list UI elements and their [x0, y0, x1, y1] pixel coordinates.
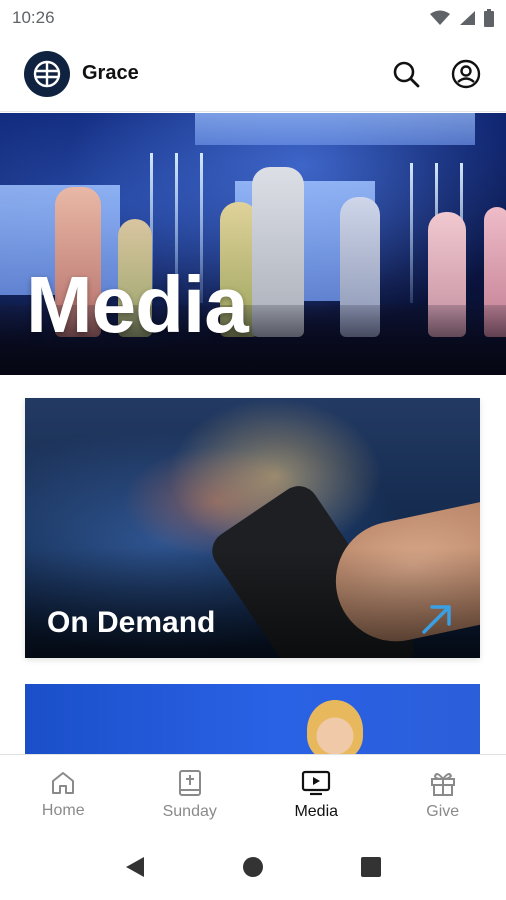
card-title: On Demand	[47, 606, 216, 639]
tv-play-icon	[302, 770, 331, 795]
home-icon	[52, 771, 75, 794]
header-actions	[390, 58, 482, 90]
bottom-nav: Home Sunday Media Give	[0, 754, 506, 834]
status-bar: 10:26	[0, 0, 506, 36]
nav-sunday-label: Sunday	[162, 802, 217, 820]
search-button[interactable]	[390, 58, 422, 90]
media-card-partial[interactable]	[25, 684, 480, 754]
media-hero-banner: Media	[0, 113, 506, 375]
gift-icon	[430, 772, 455, 796]
nav-media-label: Media	[294, 802, 339, 820]
signal-icon	[460, 11, 475, 25]
back-icon[interactable]	[124, 855, 146, 879]
nav-give[interactable]: Give	[380, 755, 506, 834]
nav-sunday[interactable]: Sunday	[127, 755, 254, 834]
nav-home-label: Home	[41, 801, 85, 819]
battery-icon	[484, 9, 494, 27]
wifi-icon	[430, 10, 450, 25]
home-circle-icon[interactable]	[242, 856, 264, 878]
card-gradient-overlay	[25, 548, 480, 658]
search-icon	[393, 61, 420, 87]
nav-media[interactable]: Media	[253, 755, 380, 834]
status-icons	[430, 9, 494, 27]
church-logo[interactable]	[24, 50, 70, 97]
status-time: 10:26	[12, 8, 55, 27]
speaker-image	[307, 700, 363, 754]
recents-icon[interactable]	[360, 856, 382, 878]
page-title: Media	[26, 260, 249, 349]
bible-icon	[178, 769, 201, 796]
light-beam	[410, 163, 413, 303]
on-demand-card[interactable]: On Demand	[25, 398, 480, 658]
nav-give-label: Give	[426, 802, 460, 820]
account-icon	[451, 59, 481, 88]
brand-name: Grace	[82, 62, 139, 84]
stage-screen	[195, 113, 475, 145]
cross-circle-icon	[33, 60, 61, 87]
system-nav-bar	[0, 834, 506, 900]
app-header: Grace	[0, 36, 506, 112]
nav-home[interactable]: Home	[0, 755, 127, 834]
arrow-up-right-icon	[422, 605, 451, 634]
profile-button[interactable]	[450, 58, 482, 90]
